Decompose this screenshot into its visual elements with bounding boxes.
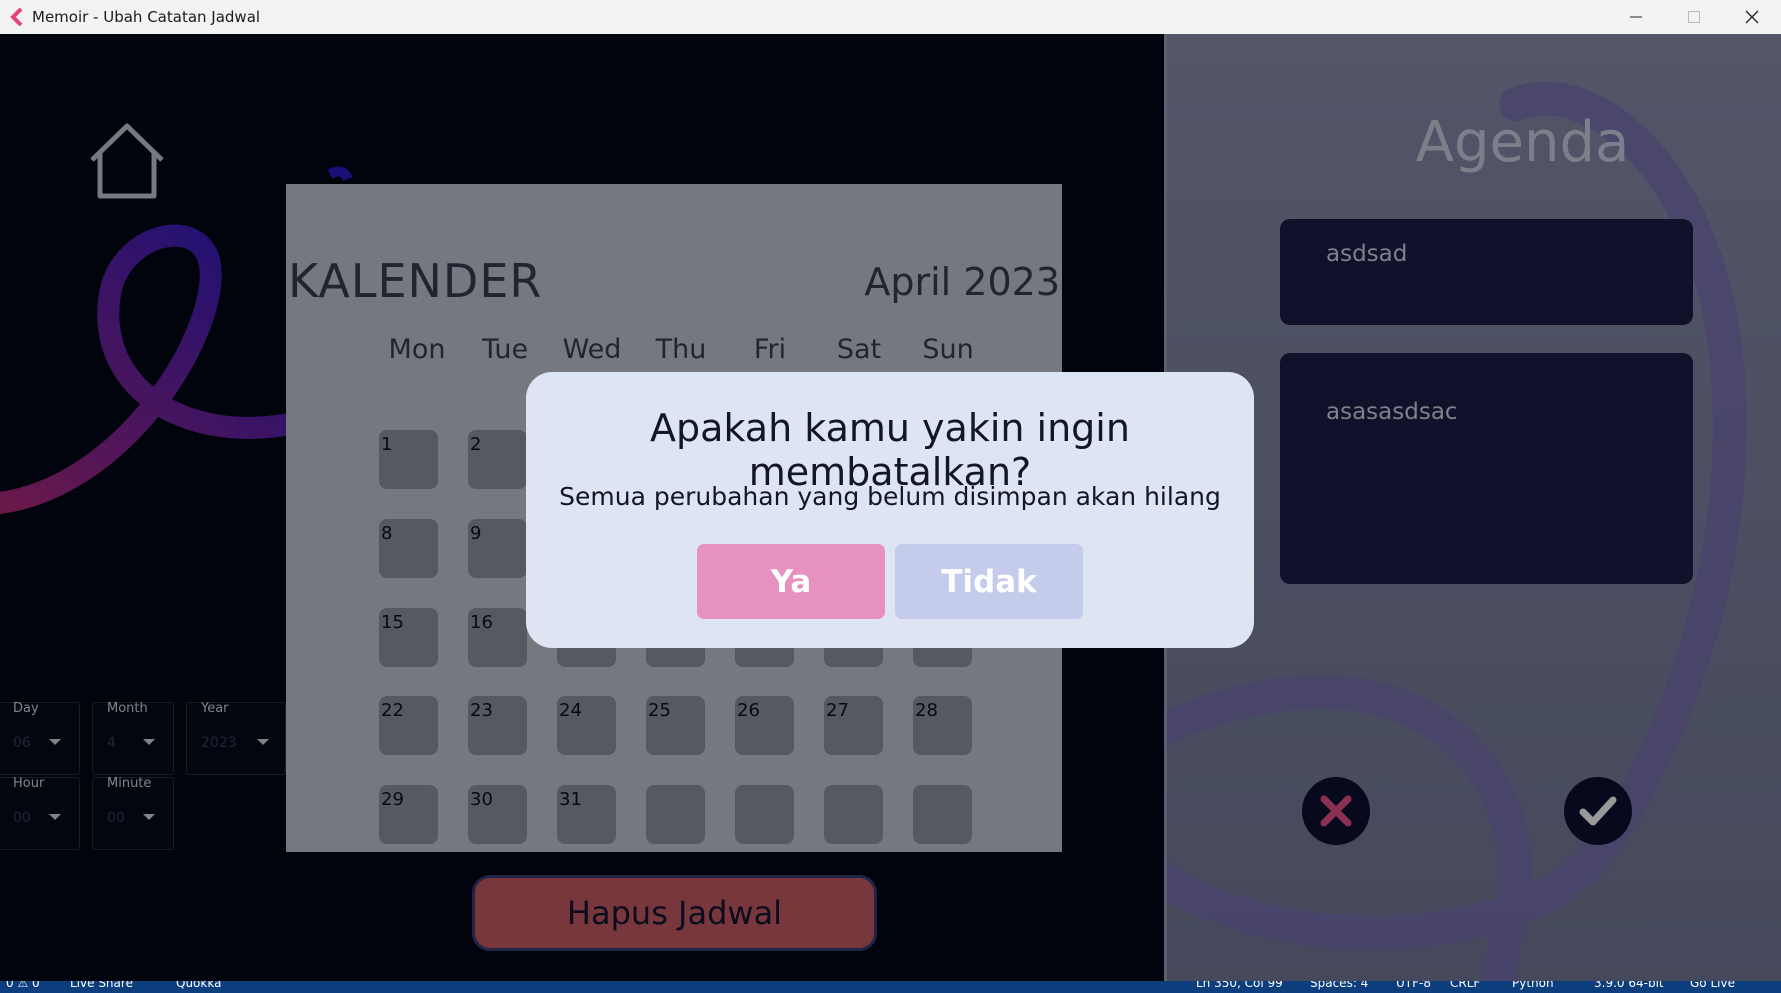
dialog-title: Apakah kamu yakin ingin membatalkan? [650,406,1130,494]
status-cursor-position[interactable]: Ln 350, Col 99 [1196,981,1283,989]
status-go-live[interactable]: Go Live [1690,981,1735,989]
status-language[interactable]: Python [1512,981,1554,989]
maximize-button[interactable] [1665,0,1723,34]
minimize-button[interactable] [1607,0,1665,34]
close-window-button[interactable] [1723,0,1781,34]
status-indent[interactable]: Spaces: 4 [1310,981,1368,989]
title-bar: Memoir - Ubah Catatan Jadwal [0,0,1781,34]
memoir-app-icon [10,8,23,26]
confirm-no-button[interactable]: Tidak [895,544,1083,619]
status-eol[interactable]: CRLF [1450,981,1480,989]
close-icon [1745,10,1759,24]
window-title: Memoir - Ubah Catatan Jadwal [32,8,261,26]
window-controls [1607,0,1781,34]
status-problems[interactable]: 0 ⚠ 0 [6,981,40,989]
status-quokka[interactable]: Quokka [176,981,221,989]
maximize-icon [1688,11,1700,23]
status-encoding[interactable]: UTF-8 [1396,981,1431,989]
confirm-cancel-dialog: Apakah kamu yakin ingin membatalkan? Sem… [526,372,1254,648]
confirm-yes-button[interactable]: Ya [697,544,885,619]
status-live-share[interactable]: Live Share [70,981,133,989]
minimize-icon [1630,16,1642,18]
status-interpreter[interactable]: 3.9.0 64-bit [1594,981,1664,989]
status-bar: 0 ⚠ 0 Live Share Quokka Ln 350, Col 99 S… [0,981,1781,993]
dialog-message: Semua perubahan yang belum disimpan akan… [559,482,1221,511]
